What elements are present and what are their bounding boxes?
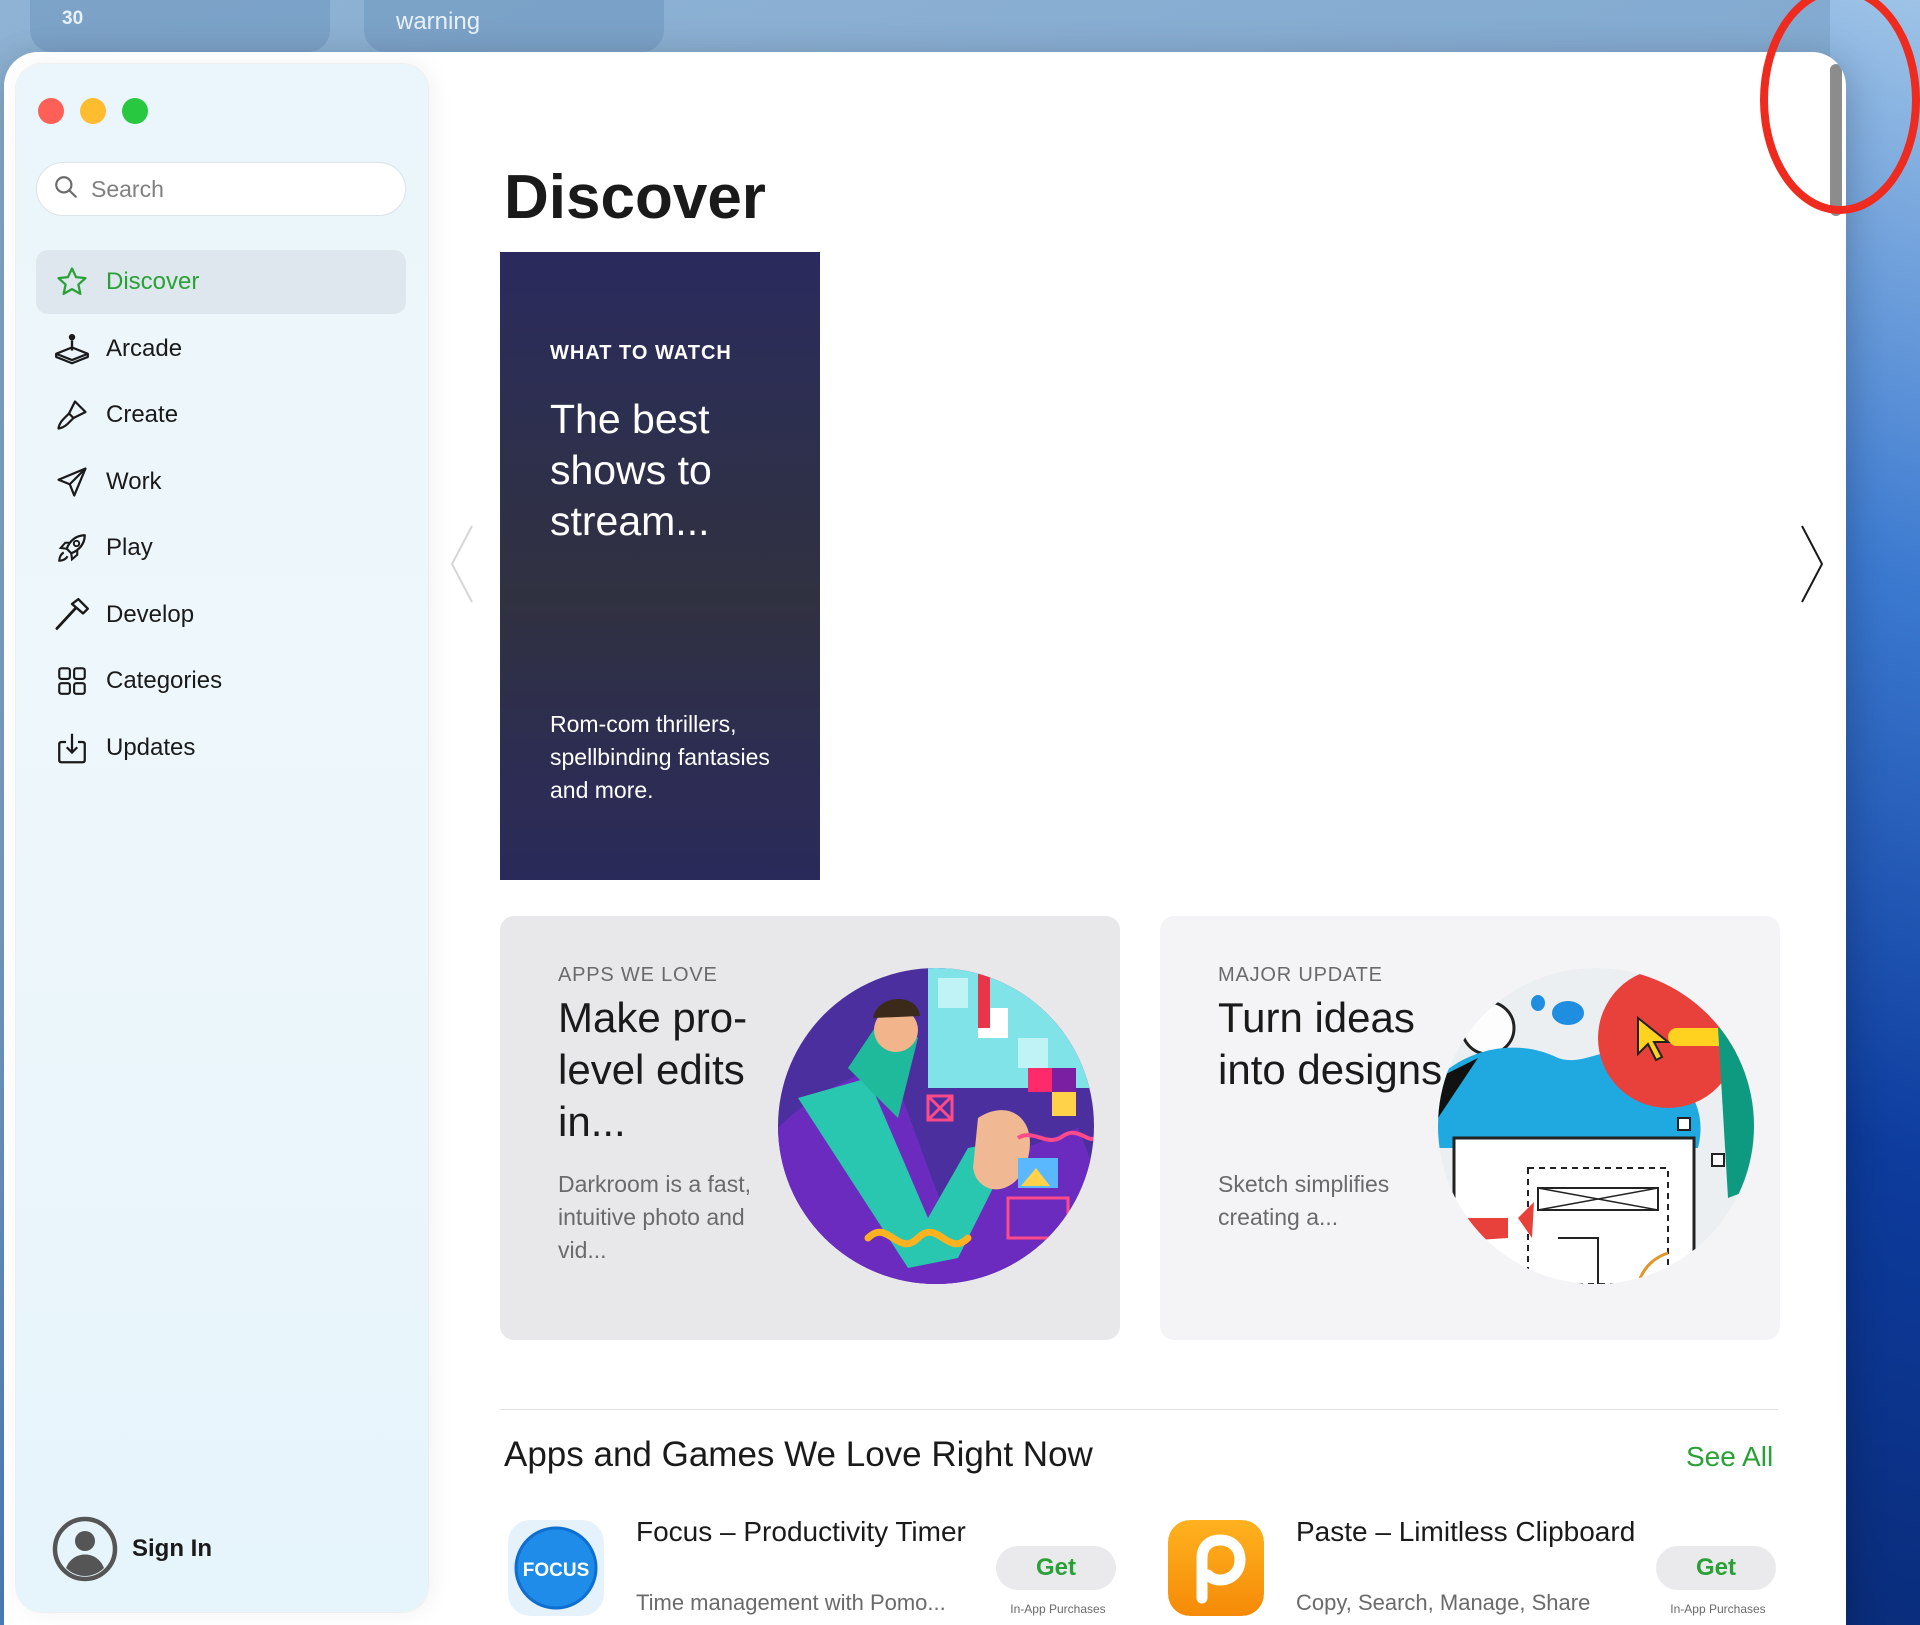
- vertical-scrollbar[interactable]: [1830, 64, 1842, 216]
- search-icon: [53, 174, 79, 205]
- paper-plane-icon: [52, 462, 92, 502]
- search-input[interactable]: [91, 175, 391, 203]
- page-title: Discover: [504, 163, 766, 232]
- sign-in-label: Sign In: [132, 1535, 212, 1562]
- app-store-window: Discover Arcade Create Work: [4, 52, 1846, 1625]
- card-eyebrow: MAJOR UPDATE: [1218, 964, 1383, 986]
- section-divider: [500, 1409, 1778, 1410]
- sidebar-item-label: Play: [106, 534, 153, 561]
- get-button[interactable]: Get: [996, 1546, 1116, 1590]
- sidebar-item-label: Create: [106, 401, 179, 428]
- featured-hero-card[interactable]: WHAT TO WATCH The best shows to stream..…: [500, 252, 820, 880]
- sign-in-button[interactable]: Sign In: [52, 1516, 212, 1582]
- app-listing-paste[interactable]: Paste – Limitless Clipboard Copy, Search…: [1160, 1514, 1780, 1624]
- download-icon: [52, 728, 92, 768]
- card-headline: Turn ideas into designs: [1218, 994, 1443, 1093]
- in-app-purchases-note: In-App Purchases: [1010, 1602, 1106, 1616]
- carousel-prev-button[interactable]: [448, 522, 476, 611]
- hero-description: Rom-com thrillers, spellbinding fantasie…: [550, 711, 770, 803]
- sidebar-item-label: Work: [106, 467, 162, 495]
- section-title: Apps and Games We Love Right Now: [504, 1435, 1093, 1474]
- close-button[interactable]: [38, 98, 64, 124]
- avatar-icon: [52, 1516, 118, 1582]
- sidebar-nav: Discover Arcade Create Work Play Develop…: [36, 250, 406, 782]
- sidebar: Discover Arcade Create Work: [16, 64, 428, 1612]
- darkroom-artwork-icon: [778, 968, 1094, 1284]
- focus-app-icon: FOCUS: [508, 1520, 604, 1616]
- sidebar-item-categories[interactable]: Categories: [36, 649, 406, 713]
- hero-headline: The best shows to stream...: [550, 396, 712, 544]
- desktop-widget-calendar[interactable]: 30: [30, 0, 330, 52]
- feature-card-sketch[interactable]: MAJOR UPDATE Turn ideas into designs Ske…: [1160, 916, 1780, 1340]
- zoom-button[interactable]: [122, 98, 148, 124]
- paste-app-icon: [1168, 1520, 1264, 1616]
- sidebar-item-label: Develop: [106, 600, 195, 628]
- app-subtitle: Copy, Search, Manage, Share: [1296, 1590, 1591, 1615]
- sidebar-item-label: Arcade: [106, 334, 183, 362]
- card-description: Darkroom is a fast, intuitive photo and …: [558, 1171, 751, 1263]
- card-description: Sketch simplifies creating a...: [1218, 1171, 1390, 1230]
- card-eyebrow: APPS WE LOVE: [558, 964, 718, 986]
- sidebar-item-arcade[interactable]: Arcade: [36, 317, 406, 381]
- sidebar-item-label: Categories: [106, 667, 223, 694]
- app-name: Paste – Limitless Clipboard: [1296, 1516, 1636, 1547]
- hero-eyebrow: WHAT TO WATCH: [550, 342, 732, 364]
- sidebar-item-create[interactable]: Create: [36, 383, 406, 447]
- hammer-icon: [52, 595, 92, 635]
- minimize-button[interactable]: [80, 98, 106, 124]
- app-subtitle: Time management with Pomo...: [636, 1590, 946, 1615]
- joystick-icon: [52, 329, 92, 369]
- sketch-artwork-icon: [1438, 968, 1754, 1284]
- card-headline: Make pro-level edits in...: [558, 994, 748, 1145]
- app-listing-focus[interactable]: FOCUS Focus – Productivity Timer Time ma…: [500, 1514, 1120, 1624]
- sidebar-item-develop[interactable]: Develop: [36, 583, 406, 647]
- sidebar-item-updates[interactable]: Updates: [36, 716, 406, 780]
- star-icon: [52, 262, 92, 302]
- sidebar-item-play[interactable]: Play: [36, 516, 406, 580]
- main-content: Discover WHAT TO WATCH The best shows to…: [428, 52, 1846, 1625]
- in-app-purchases-note: In-App Purchases: [1670, 1602, 1766, 1616]
- svg-text:FOCUS: FOCUS: [523, 1560, 590, 1581]
- sidebar-item-work[interactable]: Work: [36, 450, 406, 514]
- desktop-widget-weather[interactable]: warning: [364, 0, 664, 52]
- app-name: Focus – Productivity Timer: [636, 1516, 966, 1547]
- get-button[interactable]: Get: [1656, 1546, 1776, 1590]
- brush-icon: [52, 395, 92, 435]
- sidebar-item-label: Updates: [106, 733, 196, 761]
- window-controls: [38, 98, 148, 124]
- feature-card-darkroom[interactable]: APPS WE LOVE Make pro-level edits in... …: [500, 916, 1120, 1340]
- rocket-icon: [52, 528, 92, 568]
- sidebar-item-discover[interactable]: Discover: [36, 250, 406, 314]
- search-field[interactable]: [36, 162, 406, 216]
- sidebar-item-label: Discover: [106, 268, 200, 295]
- carousel-next-button[interactable]: [1798, 522, 1826, 611]
- grid-icon: [52, 661, 92, 701]
- see-all-link[interactable]: See All: [1686, 1441, 1773, 1473]
